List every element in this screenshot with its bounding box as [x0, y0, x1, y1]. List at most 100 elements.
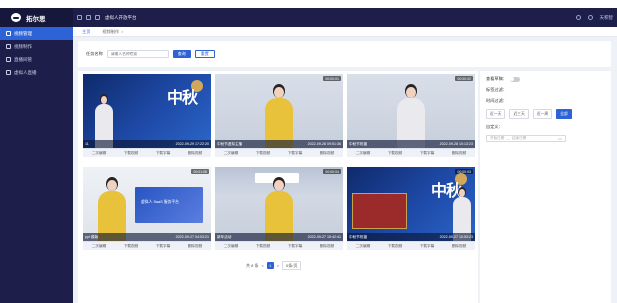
date-range-picker[interactable]: 开始日期 — 结束日期 ▭: [486, 135, 566, 142]
edit-again-button[interactable]: 二次编辑: [347, 242, 379, 250]
notification-icon[interactable]: [587, 15, 593, 20]
time-option-all[interactable]: 全部: [556, 109, 572, 119]
time-filter-label: 时间过滤：: [486, 98, 507, 103]
reset-button[interactable]: 重置: [194, 50, 215, 58]
card-actions: 二次编辑 下载视频 下载字幕 删除视频: [215, 148, 343, 157]
sidebar-item-virtual-live[interactable]: 虚拟人直播: [0, 66, 73, 79]
page-size-select[interactable]: 6条/页: [282, 261, 302, 270]
download-subtitle-button[interactable]: 下载字幕: [279, 149, 311, 157]
download-video-button[interactable]: 下载视频: [115, 149, 147, 157]
video-time: 2022-09-28 10:13:23: [439, 142, 473, 146]
video-card[interactable]: 00:00:04 新年活动 2022-09-27 15:42:41 二次编辑 下…: [215, 167, 343, 250]
home-icon[interactable]: [86, 15, 91, 20]
download-subtitle-button[interactable]: 下载字幕: [411, 149, 443, 157]
sidebar-item-live-room[interactable]: 直播间管: [0, 53, 73, 66]
video-duration: 00:01:08: [191, 169, 209, 174]
screen-text: 虚拟人 SaaS 服务平台: [141, 200, 179, 204]
card-actions: 二次编辑 下载视频 下载字幕 删除视频: [83, 148, 211, 157]
video-card[interactable]: 中秋 11 2022-09-29 17:22:20 二次编辑 下载视频 下载字幕…: [83, 74, 211, 157]
delete-video-button[interactable]: 删除视频: [179, 149, 211, 157]
time-option-one-week[interactable]: 近一周: [532, 109, 553, 119]
platform-title: 虚拟人开放平台: [105, 14, 137, 20]
video-time: 2022-09-27 15:42:41: [307, 235, 341, 239]
delete-video-button[interactable]: 删除视频: [179, 242, 211, 250]
prev-page-button[interactable]: <: [261, 263, 263, 268]
query-button[interactable]: 查询: [172, 50, 191, 58]
filter-panel: 查看草稿： 标签过滤： 时间过滤： 近一天 近三天 近一周 全部 自定义： 开始…: [480, 71, 611, 303]
sidebar-item-video-management[interactable]: 视频管理: [0, 27, 73, 40]
virtual-presenter: [262, 84, 296, 148]
search-panel: 任务名称 查询 重置: [78, 41, 611, 67]
video-duration: 00:00:04: [323, 169, 341, 174]
sidebar-item-label: 视频制作: [14, 43, 32, 49]
video-thumbnail[interactable]: 中秋 11 2022-09-29 17:22:20: [83, 74, 211, 148]
tab-video-production[interactable]: 视频制作 ×: [98, 28, 127, 36]
time-option-three-days[interactable]: 近三天: [509, 109, 529, 119]
user-name[interactable]: 天积智: [600, 15, 614, 21]
time-option-one-day[interactable]: 近一天: [486, 109, 506, 119]
calendar-icon[interactable]: ▭: [558, 136, 562, 141]
edit-again-button[interactable]: 二次编辑: [83, 149, 115, 157]
video-thumbnail[interactable]: 00:00:03 中秋 中秋节祝福 2022-09-27 10:53:23: [347, 167, 475, 241]
draft-toggle-label: 查看草稿：: [486, 76, 507, 81]
sidebar-item-video-production[interactable]: 视频制作: [0, 40, 73, 53]
start-date-placeholder[interactable]: 开始日期: [490, 136, 504, 141]
edit-again-button[interactable]: 二次编辑: [83, 242, 115, 250]
delete-video-button[interactable]: 删除视频: [443, 242, 475, 250]
virtual-presenter: [262, 177, 296, 241]
video-thumbnail[interactable]: 00:01:08 虚拟人 SaaS 服务平台 ppt 模版 2022-09-27…: [83, 167, 211, 241]
edit-icon: [6, 44, 11, 49]
delete-video-button[interactable]: 删除视频: [443, 149, 475, 157]
delete-video-button[interactable]: 删除视频: [311, 149, 343, 157]
video-duration: 00:00:01: [323, 76, 341, 81]
download-video-button[interactable]: 下载视频: [115, 242, 147, 250]
video-time: 2022-09-27 10:53:23: [439, 235, 473, 239]
video-thumbnail[interactable]: 00:00:01 中秋节虚拟主播 2022-09-28 09:51:36: [215, 74, 343, 148]
search-input[interactable]: [106, 50, 169, 58]
download-video-button[interactable]: 下载视频: [247, 242, 279, 250]
date-separator: —: [506, 136, 510, 141]
next-page-button[interactable]: >: [277, 263, 279, 268]
download-subtitle-button[interactable]: 下载字幕: [279, 242, 311, 250]
video-meta: 中秋节祝福 2022-09-27 10:53:23: [347, 233, 475, 241]
menu-collapse-icon[interactable]: [77, 15, 82, 20]
tab-home[interactable]: 主页: [78, 28, 94, 36]
video-title: 新年活动: [217, 234, 232, 239]
logo-icon: [11, 13, 21, 22]
download-video-button[interactable]: 下载视频: [379, 149, 411, 157]
page-tabs: 主页 视频制作 ×: [73, 27, 617, 37]
video-card[interactable]: 00:01:08 虚拟人 SaaS 服务平台 ppt 模版 2022-09-27…: [83, 167, 211, 250]
card-actions: 二次编辑 下载视频 下载字幕 删除视频: [83, 241, 211, 250]
video-thumbnail[interactable]: 00:00:02 中秋节祝福 2022-09-28 10:13:23: [347, 74, 475, 148]
sidebar: 拓尔思 视频管理 视频制作 直播间管 虚拟人直播: [0, 8, 73, 303]
video-card[interactable]: 00:00:02 中秋节祝福 2022-09-28 10:13:23 二次编辑 …: [347, 74, 475, 157]
fullscreen-icon[interactable]: [575, 15, 581, 20]
download-subtitle-button[interactable]: 下载字幕: [147, 242, 179, 250]
custom-range-label: 自定义：: [486, 124, 503, 129]
brand-logo[interactable]: 拓尔思: [0, 8, 73, 27]
person-icon: [6, 70, 11, 75]
calligraphy-text: 中秋: [166, 88, 198, 107]
download-video-button[interactable]: 下载视频: [379, 242, 411, 250]
edit-again-button[interactable]: 二次编辑: [215, 149, 247, 157]
video-thumbnail[interactable]: 00:00:04 新年活动 2022-09-27 15:42:41: [215, 167, 343, 241]
end-date-placeholder[interactable]: 结束日期: [512, 136, 526, 141]
search-label: 任务名称: [86, 51, 103, 56]
edit-again-button[interactable]: 二次编辑: [347, 149, 379, 157]
tag-filter-label: 标签过滤：: [486, 87, 507, 92]
video-title: 中秋节祝福: [349, 141, 367, 146]
live-icon: [6, 57, 11, 62]
page-number[interactable]: 1: [266, 262, 274, 269]
video-card[interactable]: 00:00:01 中秋节虚拟主播 2022-09-28 09:51:36 二次编…: [215, 74, 343, 157]
download-subtitle-button[interactable]: 下载字幕: [147, 149, 179, 157]
card-actions: 二次编辑 下载视频 下载字幕 删除视频: [215, 241, 343, 250]
close-icon[interactable]: ×: [121, 29, 123, 34]
draft-toggle-switch[interactable]: [509, 76, 520, 82]
video-title: ppt 模版: [85, 234, 99, 239]
delete-video-button[interactable]: 删除视频: [311, 242, 343, 250]
video-card[interactable]: 00:00:03 中秋 中秋节祝福 2022-09-27 10:53:23 二次…: [347, 167, 475, 250]
presentation-screen: [135, 187, 203, 223]
edit-again-button[interactable]: 二次编辑: [215, 242, 247, 250]
download-subtitle-button[interactable]: 下载字幕: [411, 242, 443, 250]
download-video-button[interactable]: 下载视频: [247, 149, 279, 157]
